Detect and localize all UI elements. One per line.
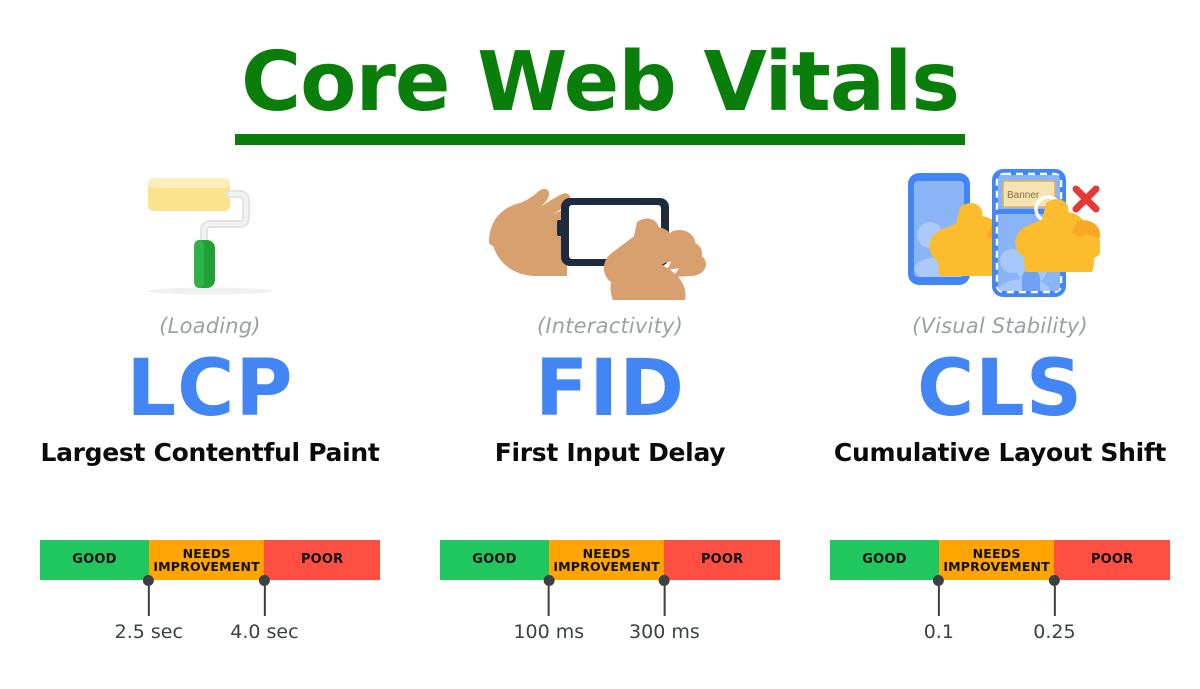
cls-ticks: 0.1 0.25 [830,575,1170,646]
lcp-threshold-2-label: 4.0 sec [230,621,299,643]
fid-scale-bar: GOOD NEEDS IMPROVEMENT POOR [440,540,780,580]
cls-segment-good: GOOD [830,540,939,580]
cls-segment-needs-improvement: NEEDS IMPROVEMENT [938,540,1055,580]
fid-acronym: FID [534,344,686,434]
cls-acronym: CLS [916,344,1084,434]
threshold-bar-lcp: GOOD NEEDS IMPROVEMENT POOR 2.5 sec 4.0 … [0,540,420,646]
tick-stem [263,586,266,616]
tick-dot-icon [1048,575,1060,586]
lcp-ticks: 2.5 sec 4.0 sec [40,575,380,646]
metric-column-fid: (Interactivity) FID First Input Delay [420,160,800,467]
lcp-acronym: LCP [126,344,294,434]
fid-threshold-1-label: 100 ms [513,621,585,643]
lcp-segment-good: GOOD [40,540,149,580]
fid-icon-area [420,160,800,300]
lcp-scale-bar: GOOD NEEDS IMPROVEMENT POOR [40,540,380,580]
lcp-icon-area [0,160,420,300]
cls-category-label: (Visual Stability) [912,314,1088,338]
fid-full-name: First Input Delay [494,438,726,468]
lcp-threshold-2: 4.0 sec [230,575,299,643]
lcp-category-label: (Loading) [159,314,261,338]
fid-threshold-2-label: 300 ms [629,621,700,643]
banner-label: Banner [1007,190,1040,201]
tick-stem [663,586,666,616]
threshold-bars-row: GOOD NEEDS IMPROVEMENT POOR 2.5 sec 4.0 … [0,540,1200,646]
tick-stem [1053,586,1056,616]
fid-segment-good: GOOD [440,540,549,580]
lcp-segment-needs-improvement: NEEDS IMPROVEMENT [148,540,265,580]
metric-column-lcp: (Loading) LCP Largest Contentful Paint [0,160,420,467]
tick-dot-icon [258,575,270,586]
fid-ticks: 100 ms 300 ms [440,575,780,646]
fid-threshold-2: 300 ms [629,575,700,643]
tick-dot-icon [933,575,945,586]
metrics-row: (Loading) LCP Largest Contentful Paint (… [0,160,1200,467]
metric-column-cls: Banner (Visual Stability) CLS Cumulative… [800,160,1200,467]
cls-threshold-1: 0.1 [923,575,954,643]
tick-stem [547,586,550,616]
cls-threshold-2: 0.25 [1033,575,1076,643]
tick-dot-icon [658,575,670,586]
tick-dot-icon [543,575,555,586]
page-title: Core Web Vitals [234,42,966,145]
layout-shift-phones-icon: Banner [900,165,1102,300]
lcp-segment-poor: POOR [264,540,380,580]
cls-threshold-2-label: 0.25 [1033,621,1076,643]
cls-full-name: Cumulative Layout Shift [833,438,1167,468]
tick-stem [937,586,940,616]
tick-dot-icon [143,575,155,586]
threshold-bar-cls: GOOD NEEDS IMPROVEMENT POOR 0.1 0.25 [800,540,1200,646]
fid-segment-needs-improvement: NEEDS IMPROVEMENT [548,540,665,580]
threshold-bar-fid: GOOD NEEDS IMPROVEMENT POOR 100 ms 300 m… [420,540,800,646]
lcp-threshold-1-label: 2.5 sec [114,621,183,643]
page-title-container: Core Web Vitals [0,42,1200,145]
red-x-icon [1072,185,1100,213]
cls-scale-bar: GOOD NEEDS IMPROVEMENT POOR [830,540,1170,580]
fid-category-label: (Interactivity) [536,314,684,338]
cls-threshold-1-label: 0.1 [923,621,954,643]
lcp-threshold-1: 2.5 sec [114,575,183,643]
lcp-full-name: Largest Contentful Paint [40,438,380,468]
tick-stem [147,586,150,616]
cls-icon-area: Banner [800,160,1200,300]
cls-segment-poor: POOR [1054,540,1170,580]
fid-threshold-1: 100 ms [513,575,585,643]
hand-tapping-phone-icon [485,170,735,300]
fid-segment-poor: POOR [664,540,780,580]
paint-roller-icon [130,160,290,300]
